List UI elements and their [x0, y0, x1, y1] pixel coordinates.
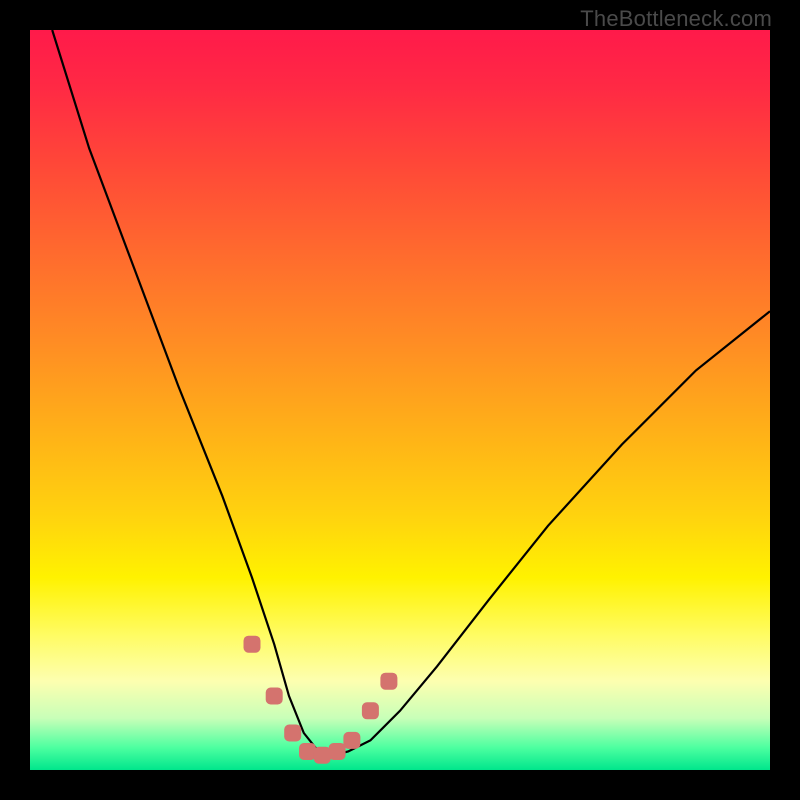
plot-area: [30, 30, 770, 770]
marker-point: [380, 673, 397, 690]
curve-line: [52, 30, 770, 755]
marker-point: [314, 747, 331, 764]
marker-point: [284, 725, 301, 742]
marker-point: [266, 688, 283, 705]
chart-svg: [30, 30, 770, 770]
marker-point: [329, 743, 346, 760]
chart-container: TheBottleneck.com: [0, 0, 800, 800]
sweet-spot-markers: [244, 636, 398, 764]
marker-point: [299, 743, 316, 760]
marker-point: [362, 702, 379, 719]
marker-point: [343, 732, 360, 749]
marker-point: [244, 636, 261, 653]
watermark-text: TheBottleneck.com: [580, 6, 772, 32]
